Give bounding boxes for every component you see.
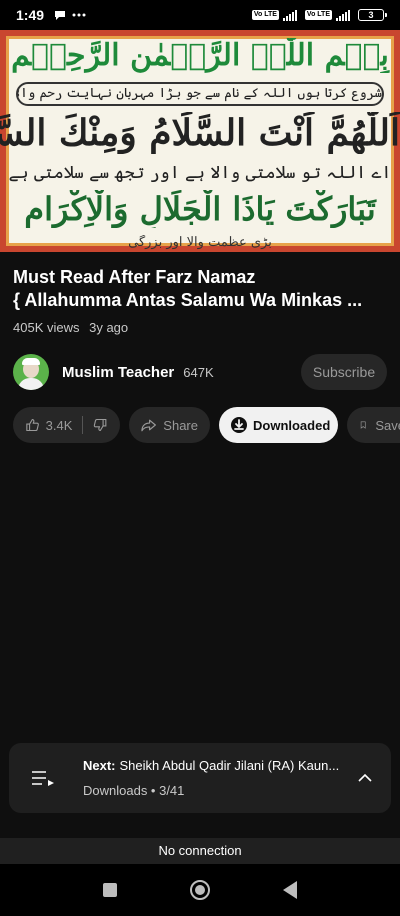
save-button[interactable]: Save bbox=[347, 407, 400, 443]
channel-name[interactable]: Muslim Teacher bbox=[62, 364, 174, 381]
status-right: Vo LTE Vo LTE 3 bbox=[251, 9, 387, 21]
share-icon bbox=[141, 419, 156, 432]
downloaded-label: Downloaded bbox=[253, 417, 331, 433]
up-next-playlist: Downloads • 3/41 bbox=[83, 783, 185, 798]
channel-avatar[interactable] bbox=[13, 354, 49, 390]
recents-button[interactable] bbox=[65, 870, 155, 910]
video-meta[interactable]: 405K views 3y ago bbox=[13, 320, 128, 335]
upload-age: 3y ago bbox=[89, 320, 129, 335]
channel-row[interactable]: Muslim Teacher 647K Subscribe bbox=[13, 353, 387, 391]
home-circle-icon bbox=[190, 880, 210, 900]
up-next-card[interactable]: Next: Sheikh Abdul Qadir Jilani (RA) Kaun… bbox=[9, 743, 391, 813]
bookmark-icon bbox=[360, 421, 366, 429]
notification-icons bbox=[54, 9, 86, 21]
thumbnail-bismillah: بِسۡمِ اللّٰہِ الرَّحۡمٰنِ الرَّحِیۡمِ bbox=[11, 38, 389, 73]
up-next-text: Next: Sheikh Abdul Qadir Jilani (RA) Kaun… bbox=[83, 758, 343, 798]
action-row: 3.4K Share Downloaded Save bbox=[13, 407, 400, 443]
like-dislike-pill: 3.4K bbox=[13, 407, 120, 443]
share-label: Share bbox=[163, 417, 198, 433]
signal-icon-2 bbox=[336, 9, 350, 21]
save-label: Save bbox=[375, 417, 400, 433]
signal-icon-1 bbox=[282, 9, 297, 21]
thumbnail-urdu-translation-3: بڑی عظمت والا اور بزرگی bbox=[128, 235, 272, 250]
thumbnail-dua-line-2: تَبَارَكْتَ يَاذَا الْجَلَالِ وَالْاِكْر… bbox=[24, 190, 376, 228]
share-button[interactable]: Share bbox=[129, 407, 210, 443]
status-time: 1:49 bbox=[16, 7, 45, 23]
no-connection-banner: No connection bbox=[0, 838, 400, 864]
more-dots-icon bbox=[72, 13, 86, 17]
download-done-icon bbox=[231, 417, 247, 433]
battery-level: 3 bbox=[368, 10, 374, 20]
volte-badge-2: Vo LTE bbox=[304, 10, 332, 20]
video-title-line-2: { Allahumma Antas Salamu Wa Minkas ... bbox=[13, 290, 363, 310]
like-divider bbox=[82, 416, 84, 434]
up-next-title-line: Next: Sheikh Abdul Qadir Jilani (RA) Kaun… bbox=[83, 758, 343, 773]
video-player[interactable]: بِسۡمِ اللّٰہِ الرَّحۡمٰنِ الرَّحِیۡمِ ش… bbox=[0, 30, 400, 252]
thumbnail-dua-line-1: اَللّٰھُمَّ اَنْتَ السَّلَامُ وَمِنْكَ ا… bbox=[0, 112, 400, 154]
like-count[interactable]: 3.4K bbox=[46, 418, 73, 433]
recents-square-icon bbox=[103, 883, 117, 897]
video-title[interactable]: Must Read After Farz Namaz { Allahumma A… bbox=[13, 266, 393, 312]
subscribe-button[interactable]: Subscribe bbox=[301, 354, 387, 390]
volte-badge-1: Vo LTE bbox=[251, 10, 279, 20]
system-nav-bar bbox=[0, 864, 400, 916]
up-next-prefix: Next: bbox=[83, 758, 116, 773]
home-button[interactable] bbox=[155, 870, 245, 910]
downloaded-button[interactable]: Downloaded bbox=[219, 407, 338, 443]
thumbs-down-icon[interactable] bbox=[93, 417, 108, 433]
playlist-queue-icon bbox=[32, 771, 54, 786]
subscriber-count: 647K bbox=[183, 364, 214, 380]
thumbnail-urdu-translation-1: شروع کرتا ہوں اللہ کے نام سے جو بڑا مہرب… bbox=[16, 82, 384, 106]
back-button[interactable] bbox=[245, 870, 335, 910]
chat-bubble-icon bbox=[55, 11, 66, 20]
thumbs-up-icon[interactable] bbox=[25, 417, 40, 433]
back-triangle-icon bbox=[283, 881, 297, 899]
thumbnail-urdu-translation-2: اے اللہ تو سلامتی والا ہے اور تجھ سے سلا… bbox=[8, 163, 392, 183]
video-title-line-1: Must Read After Farz Namaz bbox=[13, 267, 256, 287]
view-count: 405K views bbox=[13, 320, 80, 335]
battery-icon: 3 bbox=[358, 9, 387, 21]
up-next-title: Sheikh Abdul Qadir Jilani (RA) Kaun... bbox=[119, 758, 340, 773]
status-bar: 1:49 Vo LTE Vo LTE 3 bbox=[0, 0, 400, 30]
chevron-up-icon[interactable] bbox=[356, 769, 374, 787]
